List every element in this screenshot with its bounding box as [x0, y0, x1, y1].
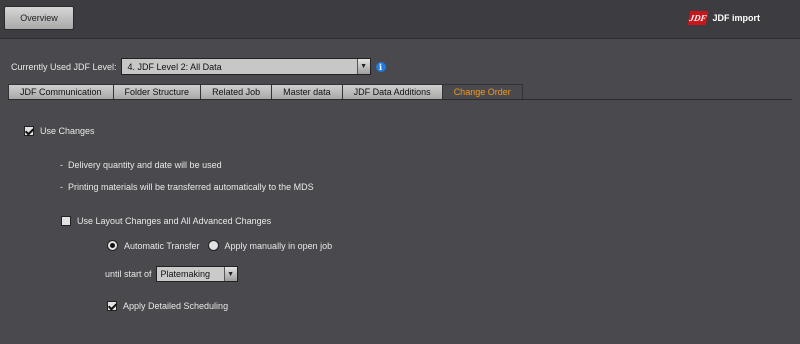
tab-jdf-data-additions[interactable]: JDF Data Additions [341, 84, 442, 100]
use-changes-checkbox[interactable] [24, 126, 34, 136]
info-icon[interactable]: i [375, 61, 386, 72]
use-changes-label: Use Changes [40, 126, 95, 136]
until-start-label: until start of [105, 269, 152, 279]
automatic-transfer-label: Automatic Transfer [124, 240, 200, 251]
tab-change-order[interactable]: Change Order [441, 84, 523, 100]
jdf-level-row: Currently Used JDF Level: 4. JDF Level 2… [11, 58, 386, 75]
automatic-transfer-radio[interactable] [107, 240, 118, 251]
jdf-logo-icon: JDF [688, 11, 709, 25]
detailed-scheduling-label: Apply Detailed Scheduling [123, 301, 229, 311]
note-delivery-text: Delivery quantity and date will be used [68, 160, 222, 170]
chevron-down-icon[interactable]: ▼ [223, 267, 237, 281]
until-start-value: Platemaking [160, 269, 211, 279]
layout-changes-checkbox[interactable] [61, 216, 71, 226]
use-changes-row: Use Changes [24, 126, 95, 136]
until-start-row: until start of Platemaking ▼ [105, 266, 238, 282]
note-bullet: - [60, 160, 68, 170]
note-bullet: - [60, 182, 68, 192]
brand-label: JDF import [712, 13, 760, 23]
tab-bar: JDF Communication Folder Structure Relat… [8, 84, 523, 100]
tab-divider [8, 99, 792, 100]
note-materials-text: Printing materials will be transferred a… [68, 182, 314, 192]
until-start-select[interactable]: Platemaking ▼ [155, 266, 238, 282]
scheduling-row: Apply Detailed Scheduling [107, 301, 228, 311]
jdf-level-select[interactable]: 4. JDF Level 2: All Data ▼ [120, 58, 371, 75]
tab-jdf-communication[interactable]: JDF Communication [8, 84, 113, 100]
tab-folder-structure[interactable]: Folder Structure [112, 84, 201, 100]
brand: JDF JDF import [688, 11, 760, 25]
overview-button[interactable]: Overview [4, 6, 74, 30]
note-delivery: - Delivery quantity and date will be use… [60, 160, 222, 170]
apply-manually-label: Apply manually in open job [224, 240, 333, 251]
tab-master-data[interactable]: Master data [271, 84, 342, 100]
detailed-scheduling-checkbox[interactable] [107, 301, 117, 311]
tab-related-job[interactable]: Related Job [200, 84, 272, 100]
transfer-mode-row: Automatic Transfer Apply manually in ope… [107, 240, 332, 251]
note-materials: - Printing materials will be transferred… [60, 182, 314, 192]
apply-manually-radio[interactable] [207, 240, 219, 251]
jdf-level-value: 4. JDF Level 2: All Data [127, 61, 222, 72]
jdf-level-label: Currently Used JDF Level: [11, 61, 117, 72]
layout-changes-row: Use Layout Changes and All Advanced Chan… [61, 216, 271, 226]
chevron-down-icon[interactable]: ▼ [356, 59, 370, 74]
top-toolbar: Overview JDF JDF import [0, 0, 800, 39]
layout-changes-label: Use Layout Changes and All Advanced Chan… [77, 216, 272, 226]
